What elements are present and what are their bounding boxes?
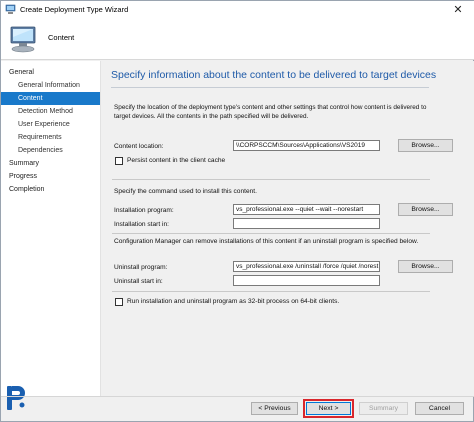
nav-item-completion: Completion bbox=[9, 186, 45, 193]
install-intro-text: Specify the command used to install this… bbox=[114, 188, 257, 195]
nav-item-detection-method: Detection Method bbox=[18, 108, 73, 115]
title-bar: Create Deployment Type Wizard ✕ bbox=[1, 1, 474, 18]
summary-button[interactable]: Summary bbox=[359, 402, 408, 415]
content-location-label: Content location: bbox=[114, 143, 164, 150]
run-32bit-checkbox[interactable] bbox=[115, 298, 123, 306]
content-page: Specify information about the content to… bbox=[102, 61, 474, 397]
installation-program-input[interactable]: vs_professional.exe --quiet --wait --nor… bbox=[233, 204, 380, 215]
nav-item-content: Content bbox=[1, 92, 100, 105]
nav-item-dependencies: Dependencies bbox=[18, 147, 63, 154]
persist-content-label: Persist content in the client cache bbox=[127, 157, 226, 164]
logo-icon bbox=[5, 384, 27, 412]
run-32bit-label: Run installation and uninstall program a… bbox=[127, 298, 340, 305]
section-divider bbox=[112, 291, 430, 292]
persist-content-checkbox[interactable] bbox=[115, 157, 123, 165]
nav-item-summary: Summary bbox=[9, 160, 39, 167]
page-heading: Specify information about the content to… bbox=[111, 69, 437, 81]
uninstall-program-label: Uninstall program: bbox=[114, 264, 168, 271]
nav-item-requirements: Requirements bbox=[18, 134, 62, 141]
nav-item-general: General bbox=[9, 69, 34, 76]
window-title: Create Deployment Type Wizard bbox=[20, 5, 129, 14]
page-description: Specify the location of the deployment t… bbox=[114, 104, 427, 120]
content-location-browse-button[interactable]: Browse... bbox=[398, 139, 453, 152]
heading-divider bbox=[111, 87, 429, 88]
previous-button[interactable]: < Previous bbox=[251, 402, 298, 415]
content-location-input[interactable]: \\CORPSCCM\Sources\Applications\VS2019 bbox=[233, 140, 380, 151]
app-icon bbox=[5, 4, 16, 15]
installation-program-browse-button[interactable]: Browse... bbox=[398, 203, 453, 216]
section-divider bbox=[112, 233, 430, 234]
page-title: Content bbox=[48, 33, 75, 42]
installation-start-in-input[interactable] bbox=[233, 218, 380, 229]
installation-start-in-label: Installation start in: bbox=[114, 221, 169, 228]
close-icon[interactable]: ✕ bbox=[441, 1, 474, 18]
uninstall-intro-text: Configuration Manager can remove install… bbox=[114, 238, 419, 245]
uninstall-program-browse-button[interactable]: Browse... bbox=[398, 260, 453, 273]
uninstall-program-input[interactable]: vs_professional.exe /uninstall /force /q… bbox=[233, 261, 380, 272]
wizard-header: Content bbox=[1, 18, 474, 60]
cancel-button[interactable]: Cancel bbox=[415, 402, 464, 415]
wizard-window: Create Deployment Type Wizard ✕ Content … bbox=[0, 0, 474, 422]
uninstall-start-in-input[interactable] bbox=[233, 275, 380, 286]
footer-divider bbox=[1, 396, 474, 397]
installation-program-label: Installation program: bbox=[114, 207, 174, 214]
wizard-nav: General General Information Content Dete… bbox=[1, 61, 101, 397]
nav-item-general-information: General Information bbox=[18, 82, 80, 89]
nav-item-progress: Progress bbox=[9, 173, 38, 180]
section-divider bbox=[112, 179, 430, 180]
next-button[interactable]: Next > bbox=[306, 402, 351, 415]
computer-icon bbox=[7, 23, 39, 55]
uninstall-start-in-label: Uninstall start in: bbox=[114, 278, 163, 285]
nav-item-user-experience: User Experience bbox=[18, 121, 70, 128]
